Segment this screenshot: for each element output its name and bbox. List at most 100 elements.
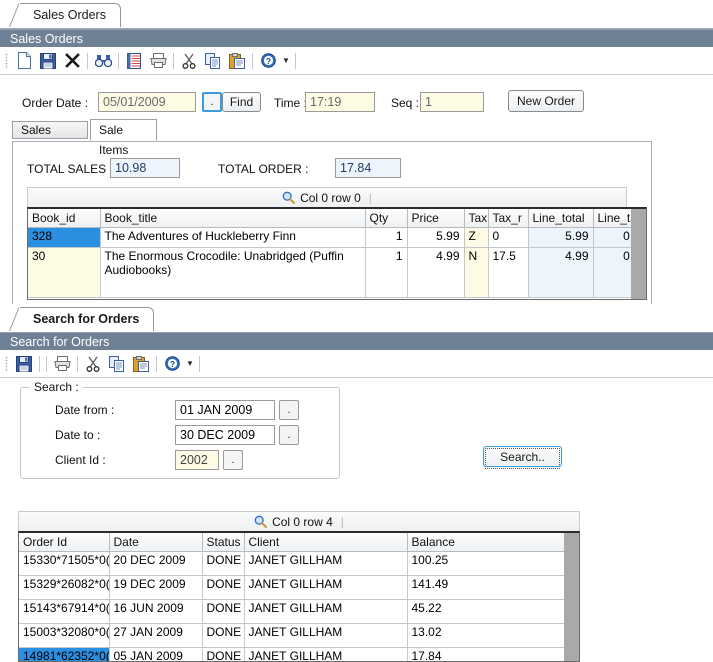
cell-balance[interactable]: 100.25 [407, 551, 567, 576]
column-header-book-title[interactable]: Book_title [100, 209, 366, 228]
cell-order-id[interactable]: 15329*26082*0( [19, 575, 110, 600]
cell-qty[interactable]: 1 [365, 247, 408, 298]
tab-sale-items[interactable]: Sale Items [90, 119, 157, 157]
cell-book-title[interactable]: The Enormous Crocodile: Unabridged (Puff… [100, 247, 366, 298]
cell-date[interactable]: 20 DEC 2009 [109, 551, 203, 576]
column-header-order-id[interactable]: Order Id [19, 533, 110, 552]
order-date-input[interactable]: 05/01/2009 [98, 92, 196, 112]
cell-date[interactable]: 05 JAN 2009 [109, 647, 203, 661]
search-button[interactable]: Search.. [483, 446, 562, 469]
copy-icon[interactable] [105, 353, 129, 375]
cell-tax-r[interactable]: 17.5 [488, 247, 529, 298]
date-to-picker-button[interactable]: . [279, 425, 299, 445]
new-order-button[interactable]: New Order [508, 90, 584, 112]
column-header-line-total[interactable]: Line_total [528, 209, 594, 228]
date-from-picker-button[interactable]: . [279, 400, 299, 420]
column-header-tax-r[interactable]: Tax_r [488, 209, 529, 228]
order-date-picker-button[interactable]: . [202, 92, 222, 112]
toolbar-grip[interactable] [5, 52, 8, 69]
date-from-input[interactable]: 01 JAN 2009 [175, 400, 275, 420]
cell-date[interactable]: 16 JUN 2009 [109, 599, 203, 624]
cell-book-id[interactable]: 30 [28, 247, 101, 298]
results-grid[interactable]: Order Id Date Status Client Balance 15330*71… [18, 531, 580, 662]
print-icon[interactable] [50, 353, 74, 375]
paste-icon[interactable] [225, 50, 249, 72]
table-row[interactable]: 14981*62352*0(05 JAN 2009 DONE JANET GILLH… [19, 647, 567, 661]
cell-order-id[interactable]: 15003*32080*0( [19, 623, 110, 648]
mdi-tab-search-orders[interactable]: Search for Orders [18, 307, 155, 331]
mdi-tab-sales-orders[interactable]: Sales Orders [18, 3, 121, 27]
close-icon[interactable] [60, 50, 84, 72]
cell-date[interactable]: 19 DEC 2009 [109, 575, 203, 600]
client-id-input[interactable]: 2002 [175, 450, 219, 470]
find-icon[interactable] [91, 50, 115, 72]
column-header-client[interactable]: Client [244, 533, 408, 552]
save-icon[interactable] [12, 353, 36, 375]
column-header-date[interactable]: Date [109, 533, 203, 552]
column-header-price[interactable]: Price [407, 209, 465, 228]
cell-date[interactable]: 27 JAN 2009 [109, 623, 203, 648]
cell-book-title[interactable]: The Adventures of Huckleberry Finn [100, 227, 366, 248]
table-row[interactable]: 15330*71505*0(20 DEC 2009 DONE JANET GILLH… [19, 551, 567, 576]
cell-line-total[interactable]: 5.99 [528, 227, 594, 248]
table-row[interactable]: 15329*26082*0(19 DEC 2009 DONE JANET GILLH… [19, 575, 567, 600]
table-row[interactable]: 15143*67914*0(16 JUN 2009 DONE JANET GILLH… [19, 599, 567, 624]
cell-line-total[interactable]: 4.99 [528, 247, 594, 298]
cell-order-id[interactable]: 15330*71505*0( [19, 551, 110, 576]
toolbar-grip[interactable] [5, 355, 8, 372]
cell-balance[interactable]: 45.22 [407, 599, 567, 624]
cell-client[interactable]: JANET GILLHAM [244, 551, 408, 576]
column-header-tax[interactable]: Tax [464, 209, 489, 228]
column-header-balance[interactable]: Balance [407, 533, 567, 552]
new-icon[interactable] [12, 50, 36, 72]
cut-icon[interactable] [177, 50, 201, 72]
cell-tax-r[interactable]: 0 [488, 227, 529, 248]
cell-tax[interactable]: Z [464, 227, 489, 248]
time-input[interactable]: 17:19 [305, 92, 375, 112]
help-dropdown-arrow-icon[interactable]: ▼ [184, 353, 196, 375]
table-row[interactable]: 328 The Adventures of Huckleberry Finn 1 5.… [28, 227, 646, 248]
cell-status[interactable]: DONE [202, 575, 245, 600]
svg-text:?: ? [169, 359, 174, 369]
find-button[interactable]: Find [222, 92, 261, 112]
cell-balance[interactable]: 17.84 [407, 647, 567, 661]
cell-book-id[interactable]: 328 [28, 227, 101, 248]
cut-icon[interactable] [81, 353, 105, 375]
paste-icon[interactable] [129, 353, 153, 375]
cell-tax[interactable]: N [464, 247, 489, 298]
help-icon[interactable]: ? [256, 50, 280, 72]
cell-order-id[interactable]: 14981*62352*0( [19, 647, 110, 661]
cell-status[interactable]: DONE [202, 647, 245, 661]
results-grid-scrollbar[interactable] [564, 533, 579, 661]
cell-client[interactable]: JANET GILLHAM [244, 623, 408, 648]
help-icon[interactable]: ? [160, 353, 184, 375]
print-icon[interactable] [146, 50, 170, 72]
cell-status[interactable]: DONE [202, 599, 245, 624]
save-icon[interactable] [36, 50, 60, 72]
cell-status[interactable]: DONE [202, 623, 245, 648]
cell-client[interactable]: JANET GILLHAM [244, 575, 408, 600]
cell-price[interactable]: 5.99 [407, 227, 465, 248]
help-dropdown-arrow-icon[interactable]: ▼ [280, 50, 292, 72]
cell-order-id[interactable]: 15143*67914*0( [19, 599, 110, 624]
column-header-book-id[interactable]: Book_id [28, 209, 101, 228]
copy-icon[interactable] [201, 50, 225, 72]
table-row[interactable]: 15003*32080*0(27 JAN 2009 DONE JANET GILLH… [19, 623, 567, 648]
cell-status[interactable]: DONE [202, 551, 245, 576]
cell-price[interactable]: 4.99 [407, 247, 465, 298]
cell-client[interactable]: JANET GILLHAM [244, 599, 408, 624]
sale-items-grid-scrollbar[interactable] [631, 209, 646, 299]
client-id-picker-button[interactable]: . [223, 450, 243, 470]
cell-qty[interactable]: 1 [365, 227, 408, 248]
cell-balance[interactable]: 13.02 [407, 623, 567, 648]
column-header-qty[interactable]: Qty [365, 209, 408, 228]
seq-input[interactable]: 1 [420, 92, 484, 112]
cell-client[interactable]: JANET GILLHAM [244, 647, 408, 661]
table-row[interactable]: 30 The Enormous Crocodile: Unabridged (Pu… [28, 247, 646, 298]
cell-balance[interactable]: 141.49 [407, 575, 567, 600]
tab-sales-header[interactable]: Sales Header [12, 121, 88, 154]
report-icon[interactable] [122, 50, 146, 72]
date-to-input[interactable]: 30 DEC 2009 [175, 425, 275, 445]
column-header-status[interactable]: Status [202, 533, 245, 552]
sale-items-grid[interactable]: Book_id Book_title Qty Price Tax Tax_r Line_to… [27, 207, 647, 300]
